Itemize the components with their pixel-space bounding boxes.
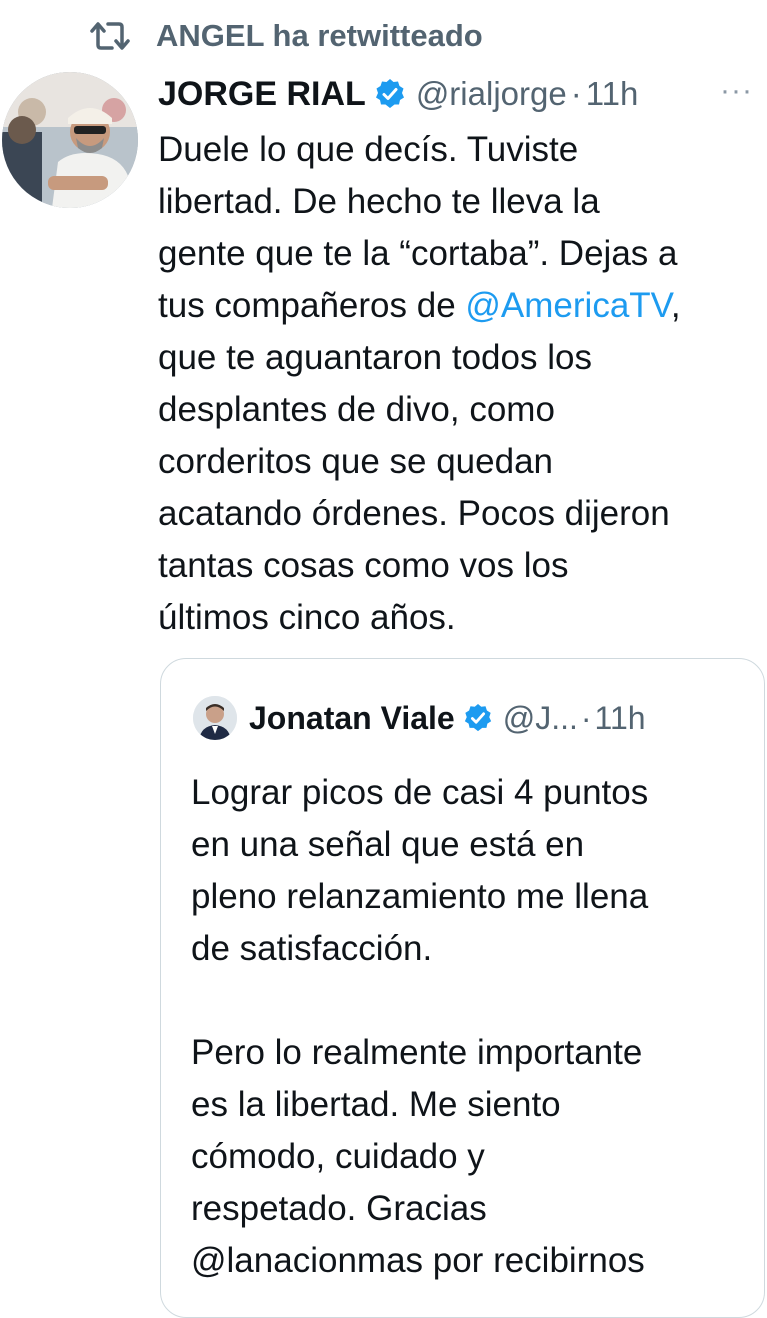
quoted-author-name[interactable]: Jonatan Viale xyxy=(249,700,455,737)
retweet-label: ANGEL ha retwitteado xyxy=(156,18,483,53)
separator-dot: · xyxy=(570,75,582,112)
tweet-line: acatando órdenes. Pocos dijeron xyxy=(158,494,670,533)
paragraph-break xyxy=(191,975,751,1027)
quoted-line: Pero lo realmente importante xyxy=(191,1033,643,1072)
tweet-line: desplantes de divo, como xyxy=(158,390,555,429)
author-handle[interactable]: @rialjorge xyxy=(416,75,567,113)
quoted-avatar xyxy=(193,696,237,740)
quoted-line: respetado. Gracias xyxy=(191,1189,487,1228)
avatar-photo xyxy=(2,72,138,208)
quoted-tweet-card[interactable]: Jonatan Viale @J... · 11h Lograr picos d… xyxy=(160,658,765,1318)
tweet-line: tantas cosas como vos los xyxy=(158,546,569,585)
quoted-line: Lograr picos de casi 4 puntos xyxy=(191,773,649,812)
quoted-tweet-text: Lograr picos de casi 4 puntos en una señ… xyxy=(191,767,751,1287)
tweet-line: que te aguantaron todos los xyxy=(158,338,592,377)
quoted-line: @lanacionmas por recibirnos xyxy=(191,1241,645,1280)
quoted-avatar-photo xyxy=(193,696,237,740)
quoted-line: pleno relanzamiento me llena xyxy=(191,877,649,916)
tweet-text: Duele lo que decís. Tuviste libertad. De… xyxy=(158,124,758,644)
separator-dot: · xyxy=(580,699,592,736)
tweet-line: corderitos que se quedan xyxy=(158,442,553,481)
more-options-icon[interactable]: ··· xyxy=(720,74,753,108)
tweet-line-text: tus compañeros de xyxy=(158,286,466,325)
quoted-timestamp[interactable]: 11h xyxy=(595,700,646,737)
quoted-line: es la libertad. Me siento xyxy=(191,1085,561,1124)
tweet-line: últimos cinco años. xyxy=(158,598,456,637)
mention-suffix: , xyxy=(670,286,681,325)
quoted-line: en una señal que está en xyxy=(191,825,585,864)
tweet-line: libertad. De hecho te lleva la xyxy=(158,182,600,221)
quoted-author-handle[interactable]: @J... xyxy=(503,700,578,737)
mention-link[interactable]: @AmericaTV xyxy=(465,286,670,325)
quoted-line: de satisfacción. xyxy=(191,929,433,968)
retweet-context[interactable]: ANGEL ha retwitteado xyxy=(88,14,483,58)
author-name[interactable]: JORGE RIAL xyxy=(158,75,366,114)
retweet-icon xyxy=(90,22,130,50)
tweet-line-with-mention: tus compañeros de @AmericaTV, xyxy=(158,280,758,332)
quoted-line: cómodo, cuidado y xyxy=(191,1137,485,1176)
verified-badge-icon xyxy=(375,79,404,108)
tweet-timestamp[interactable]: 11h xyxy=(586,75,639,113)
verified-badge-icon xyxy=(464,703,491,732)
tweet-line: Duele lo que decís. Tuviste xyxy=(158,130,579,169)
quoted-tweet-header: Jonatan Viale @J... · 11h xyxy=(193,693,646,743)
tweet-line: gente que te la “cortaba”. Dejas a xyxy=(158,234,678,273)
tweet-header: JORGE RIAL @rialjorge · 11h xyxy=(158,70,758,118)
avatar[interactable] xyxy=(2,72,138,208)
